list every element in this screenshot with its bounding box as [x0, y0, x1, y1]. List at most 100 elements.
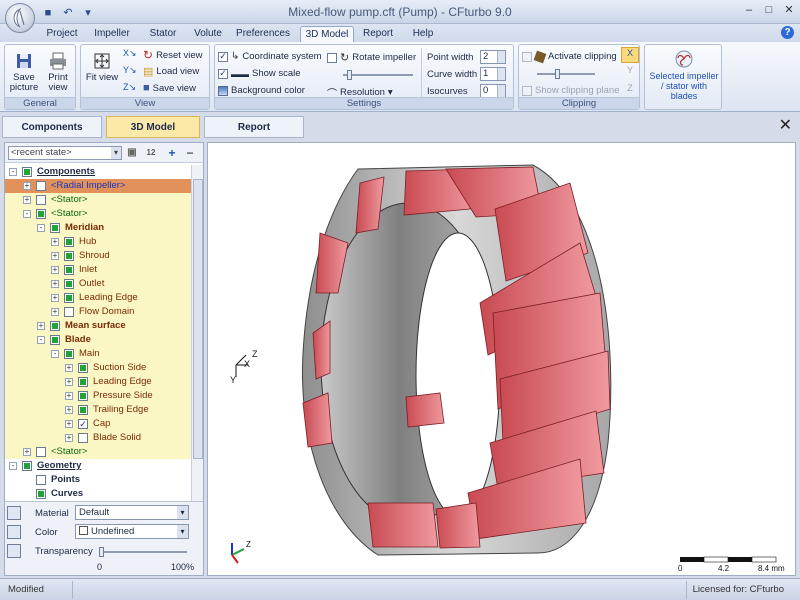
- save-icon[interactable]: ■: [40, 5, 56, 21]
- tree-item[interactable]: + Pressure Side: [5, 389, 191, 403]
- show-clipping-plane-toggle[interactable]: Show clipping plane: [522, 85, 620, 96]
- visibility-checkbox[interactable]: [22, 167, 32, 177]
- tree-item[interactable]: + Suction Side: [5, 361, 191, 375]
- tab-stator[interactable]: Stator: [144, 26, 182, 42]
- tree-item[interactable]: + Inlet: [5, 263, 191, 277]
- tab-volute[interactable]: Volute: [190, 26, 226, 42]
- expand-icon[interactable]: +: [23, 182, 31, 190]
- visibility-checkbox[interactable]: [22, 461, 32, 471]
- expand-icon[interactable]: +: [37, 322, 45, 330]
- activate-clipping-checkbox[interactable]: [522, 51, 532, 62]
- visibility-checkbox[interactable]: [36, 475, 46, 485]
- color-select[interactable]: Undefined: [75, 524, 189, 539]
- coordinate-system-toggle[interactable]: ✓ ↳ Coordinate system: [218, 51, 322, 62]
- visibility-checkbox[interactable]: [36, 195, 46, 205]
- visibility-checkbox[interactable]: [50, 335, 60, 345]
- undo-icon[interactable]: ↶: [60, 5, 76, 21]
- clip-y-button[interactable]: Y: [621, 65, 639, 81]
- tab-3d-model[interactable]: 3D Model: [300, 26, 354, 42]
- tab-components[interactable]: Components: [2, 116, 102, 138]
- expand-icon[interactable]: +: [65, 434, 73, 442]
- load-view-button[interactable]: ▤ Load view: [143, 65, 199, 78]
- collapse-icon[interactable]: -: [9, 462, 17, 470]
- tree-item[interactable]: + Hub: [5, 235, 191, 249]
- maximize-button[interactable]: □: [762, 3, 776, 17]
- tab-report-doc[interactable]: Report: [204, 116, 304, 138]
- tree-item[interactable]: + ✓ Cap: [5, 417, 191, 431]
- clip-x-button[interactable]: X: [621, 47, 639, 63]
- tree-item[interactable]: Curves: [5, 487, 191, 501]
- activate-clipping-toggle[interactable]: Activate clipping: [522, 50, 617, 63]
- visibility-checkbox[interactable]: [64, 237, 74, 247]
- tree-item[interactable]: - Components: [5, 165, 191, 179]
- tab-impeller[interactable]: Impeller: [90, 26, 134, 42]
- tree-item[interactable]: - Meridian: [5, 221, 191, 235]
- tab-project[interactable]: Project: [42, 26, 82, 42]
- visibility-checkbox[interactable]: [64, 293, 74, 303]
- tree-item[interactable]: - <Stator>: [5, 207, 191, 221]
- expand-icon[interactable]: +: [65, 392, 73, 400]
- save-picture-button[interactable]: Save picture: [9, 51, 39, 93]
- close-button[interactable]: ✕: [782, 3, 796, 17]
- expand-icon[interactable]: +: [51, 294, 59, 302]
- expand-icon[interactable]: +: [51, 238, 59, 246]
- tree-item[interactable]: + Blade Solid: [5, 431, 191, 445]
- visibility-checkbox[interactable]: [36, 181, 46, 191]
- show-scale-toggle[interactable]: ✓ ▬▬ Show scale: [218, 68, 301, 79]
- fit-view-button[interactable]: Fit view: [85, 51, 119, 83]
- visibility-checkbox[interactable]: [78, 391, 88, 401]
- background-color-button[interactable]: Background color: [218, 85, 305, 96]
- tree-item[interactable]: + Leading Edge: [5, 375, 191, 389]
- curve-width-spinner[interactable]: 1: [480, 67, 506, 81]
- visibility-checkbox[interactable]: [64, 251, 74, 261]
- tab-help[interactable]: Help: [406, 26, 440, 42]
- visibility-checkbox[interactable]: [50, 223, 60, 233]
- clipping-slider[interactable]: [537, 69, 595, 79]
- help-icon[interactable]: ?: [781, 26, 794, 39]
- tree-item[interactable]: + Flow Domain: [5, 305, 191, 319]
- tab-3d-model-doc[interactable]: 3D Model: [106, 116, 200, 138]
- save-view-button[interactable]: ■ Save view: [143, 82, 196, 94]
- remove-state-icon[interactable]: −: [183, 146, 197, 160]
- save-state-icon[interactable]: ▣: [125, 146, 139, 160]
- expand-icon[interactable]: +: [65, 420, 73, 428]
- visibility-checkbox[interactable]: [36, 209, 46, 219]
- tree-item[interactable]: + Outlet: [5, 277, 191, 291]
- rotate-slider[interactable]: [343, 70, 413, 80]
- expand-icon[interactable]: +: [65, 406, 73, 414]
- tree-item[interactable]: + Leading Edge: [5, 291, 191, 305]
- tree-item[interactable]: + Mean surface: [5, 319, 191, 333]
- expand-icon[interactable]: +: [65, 378, 73, 386]
- tree-scrollbar[interactable]: [191, 165, 203, 501]
- tree-item[interactable]: + <Stator>: [5, 445, 191, 459]
- reset-view-button[interactable]: ↻ Reset view: [143, 48, 203, 62]
- visibility-checkbox[interactable]: [36, 447, 46, 457]
- rotate-impeller-checkbox[interactable]: [327, 52, 337, 63]
- expand-icon[interactable]: +: [51, 308, 59, 316]
- visibility-checkbox[interactable]: [78, 377, 88, 387]
- tree-item[interactable]: + Trailing Edge: [5, 403, 191, 417]
- recent-state-dropdown[interactable]: <recent state>: [8, 146, 122, 160]
- tree-item[interactable]: - Geometry: [5, 459, 191, 473]
- expand-icon[interactable]: +: [51, 280, 59, 288]
- expand-icon[interactable]: +: [51, 266, 59, 274]
- tree-item[interactable]: - Blade: [5, 333, 191, 347]
- expand-icon[interactable]: +: [23, 448, 31, 456]
- point-width-spinner[interactable]: 2: [480, 50, 506, 64]
- visibility-checkbox[interactable]: [64, 279, 74, 289]
- show-clipping-plane-checkbox[interactable]: [522, 85, 532, 96]
- show-scale-checkbox[interactable]: ✓: [218, 68, 228, 79]
- visibility-checkbox[interactable]: [78, 433, 88, 443]
- print-view-button[interactable]: Print view: [43, 51, 73, 93]
- axis-z-icon[interactable]: Z↘: [123, 82, 137, 93]
- transparency-slider[interactable]: [99, 547, 187, 557]
- collapse-icon[interactable]: -: [37, 224, 45, 232]
- minimize-button[interactable]: –: [742, 3, 756, 17]
- collapse-icon[interactable]: -: [51, 350, 59, 358]
- expand-icon[interactable]: +: [65, 364, 73, 372]
- material-select[interactable]: Default: [75, 505, 189, 520]
- collapse-icon[interactable]: -: [37, 336, 45, 344]
- tree-item[interactable]: + <Radial Impeller>: [5, 179, 191, 193]
- visibility-checkbox[interactable]: ✓: [78, 419, 88, 429]
- tree-item[interactable]: Points: [5, 473, 191, 487]
